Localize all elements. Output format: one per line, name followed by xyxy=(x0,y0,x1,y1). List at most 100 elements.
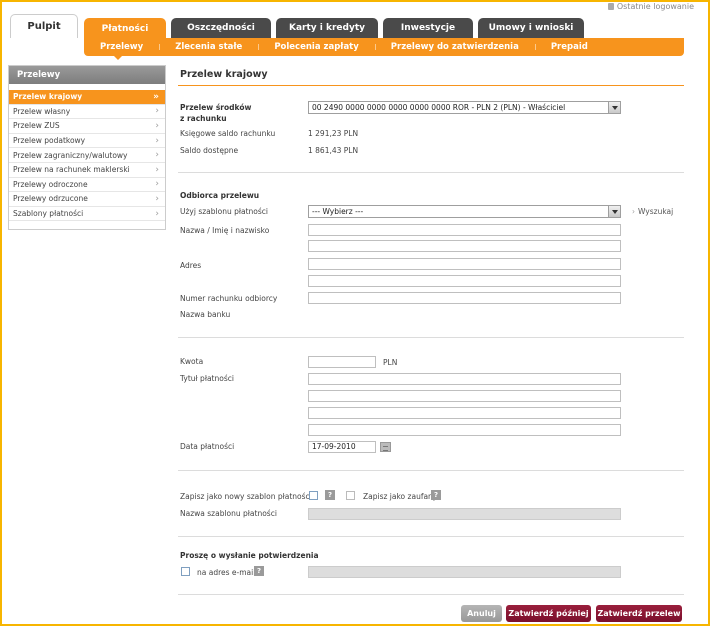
tab-inwestycje[interactable]: Inwestycje xyxy=(383,18,473,38)
currency-label: PLN xyxy=(383,358,398,367)
divider xyxy=(178,337,684,338)
sidebar-item-label: Przelew własny xyxy=(13,106,71,116)
active-subnav-caret-icon xyxy=(114,56,122,60)
available-balance-value: 1 861,43 PLN xyxy=(308,146,359,155)
source-account-select[interactable]: 00 2490 0000 0000 0000 0000 0000 ROR - P… xyxy=(308,101,621,114)
template-label: Użyj szablonu płatności xyxy=(180,207,268,216)
payment-title-input-4[interactable] xyxy=(308,424,621,436)
amount-input[interactable] xyxy=(308,356,376,368)
template-select[interactable]: --- Wybierz --- xyxy=(308,205,621,218)
sidebar-item-label: Przelew krajowy xyxy=(13,92,83,102)
help-icon[interactable]: ? xyxy=(325,490,335,500)
chevron-right-icon: › xyxy=(155,208,159,219)
recipient-name-label: Nazwa / Imię i nazwisko xyxy=(180,226,270,235)
approve-transfer-button[interactable]: Zatwierdź przelew xyxy=(596,605,682,622)
payment-title-label: Tytuł płatności xyxy=(180,374,234,383)
confirmation-section-title: Proszę o wysłanie potwierdzenia xyxy=(180,551,319,560)
recipient-address-input-2[interactable] xyxy=(308,275,621,287)
lock-icon xyxy=(607,3,614,10)
sidebar-item-przelew-wlasny[interactable]: Przelew własny › xyxy=(9,105,165,120)
email-confirmation-label: na adres e-mail xyxy=(197,568,256,577)
tab-karty-i-kredyty[interactable]: Karty i kredyty xyxy=(276,18,378,38)
chevron-down-icon[interactable] xyxy=(608,206,620,217)
template-name-label: Nazwa szablonu płatności xyxy=(180,509,277,518)
amount-label: Kwota xyxy=(180,357,204,366)
sub-navigation: Przelewy Zlecenia stałe Polecenia zapłat… xyxy=(84,38,684,60)
divider xyxy=(178,470,684,471)
template-name-input[interactable] xyxy=(308,508,621,520)
source-label-1: Przelew środków xyxy=(180,103,252,112)
last-login-label: Ostatnie logowanie xyxy=(616,2,694,11)
cancel-button[interactable]: Anuluj xyxy=(461,605,502,622)
subnav-zlecenia-stale[interactable]: Zlecenia stałe xyxy=(159,42,258,52)
double-chevron-right-icon: » xyxy=(153,91,159,102)
recipient-address-label: Adres xyxy=(180,261,202,270)
booking-balance-label: Księgowe saldo rachunku xyxy=(180,129,276,138)
chevron-down-icon[interactable] xyxy=(608,102,620,113)
sidebar-item-label: Przelewy odrzucone xyxy=(13,194,88,204)
tab-umowy-i-wnioski[interactable]: Umowy i wnioski xyxy=(478,18,584,38)
recipient-account-label: Numer rachunku odbiorcy xyxy=(180,294,278,303)
approve-later-button[interactable]: Zatwierdź później xyxy=(506,605,591,622)
chevron-right-icon: › xyxy=(632,207,635,216)
sidebar-item-przelew-zus[interactable]: Przelew ZUS › xyxy=(9,119,165,134)
payment-title-input-1[interactable] xyxy=(308,373,621,385)
chevron-right-icon: › xyxy=(155,106,159,117)
calendar-icon[interactable] xyxy=(380,442,391,452)
sidebar-item-przelewy-odrzucone[interactable]: Przelewy odrzucone › xyxy=(9,192,165,207)
tab-oszczednosci[interactable]: Oszczędności xyxy=(171,18,271,38)
sidebar-item-szablony-platnosci[interactable]: Szablony płatności › xyxy=(9,207,165,222)
search-link-label: Wyszukaj xyxy=(638,207,674,216)
help-icon[interactable]: ? xyxy=(431,490,441,500)
email-input[interactable] xyxy=(308,566,621,578)
transfer-form: Przelew krajowy xyxy=(178,65,684,86)
recipient-name-input-1[interactable] xyxy=(308,224,621,236)
subnav-przelewy[interactable]: Przelewy xyxy=(84,42,159,52)
recipient-section-title: Odbiorca przelewu xyxy=(180,191,260,200)
source-account-value: 00 2490 0000 0000 0000 0000 0000 ROR - P… xyxy=(312,103,566,112)
payment-date-input[interactable]: 17-09-2010 xyxy=(308,441,376,453)
help-icon[interactable]: ? xyxy=(254,566,264,576)
sidebar-item-label: Przelew ZUS xyxy=(13,121,60,131)
sidebar-item-label: Przelew zagraniczny/walutowy xyxy=(13,150,128,160)
template-select-value: --- Wybierz --- xyxy=(312,207,364,216)
sidebar-item-przelew-maklerski[interactable]: Przelew na rachunek maklerski › xyxy=(9,163,165,178)
chevron-right-icon: › xyxy=(155,179,159,190)
bank-name-label: Nazwa banku xyxy=(180,310,231,319)
sidebar-item-label: Szablony płatności xyxy=(13,209,84,219)
save-trusted-label: Zapisz jako zaufany xyxy=(363,492,438,501)
chevron-right-icon: › xyxy=(155,164,159,175)
divider xyxy=(178,536,684,537)
page-title: Przelew krajowy xyxy=(180,69,268,80)
subnav-prepaid[interactable]: Prepaid xyxy=(534,42,604,52)
chevron-right-icon: › xyxy=(155,150,159,161)
recipient-address-input-1[interactable] xyxy=(308,258,621,270)
last-login[interactable]: Ostatnie logowanie xyxy=(607,2,694,11)
payment-date-label: Data płatności xyxy=(180,442,235,451)
main-tabs: Płatności Oszczędności Karty i kredyty I… xyxy=(84,18,584,39)
tab-platnosci[interactable]: Płatności xyxy=(84,18,166,39)
sidebar-item-przelew-podatkowy[interactable]: Przelew podatkowy › xyxy=(9,134,165,149)
payment-title-input-3[interactable] xyxy=(308,407,621,419)
chevron-right-icon: › xyxy=(155,120,159,131)
save-template-label: Zapisz jako nowy szablon płatności xyxy=(180,492,312,501)
tab-pulpit[interactable]: Pulpit xyxy=(10,14,78,38)
sidebar-item-label: Przelewy odroczone xyxy=(13,179,88,189)
subnav-polecenia-zaplaty[interactable]: Polecenia zapłaty xyxy=(258,42,374,52)
sidebar-item-label: Przelew na rachunek maklerski xyxy=(13,165,130,175)
divider xyxy=(178,594,684,595)
save-template-checkbox[interactable] xyxy=(309,491,318,500)
email-confirmation-checkbox[interactable] xyxy=(181,567,190,576)
sidebar-item-przelew-krajowy[interactable]: Przelew krajowy » xyxy=(9,90,165,105)
subnav-przelewy-do-zatwierdzenia[interactable]: Przelewy do zatwierdzenia xyxy=(374,42,535,52)
source-label-2: z rachunku xyxy=(180,114,227,123)
payment-title-input-2[interactable] xyxy=(308,390,621,402)
sidebar-item-przelew-zagraniczny[interactable]: Przelew zagraniczny/walutowy › xyxy=(9,148,165,163)
recipient-account-input[interactable] xyxy=(308,292,621,304)
sidebar-item-przelewy-odroczone[interactable]: Przelewy odroczone › xyxy=(9,178,165,193)
title-divider xyxy=(178,85,684,86)
save-trusted-checkbox[interactable] xyxy=(346,491,355,500)
recipient-name-input-2[interactable] xyxy=(308,240,621,252)
sidebar-item-label: Przelew podatkowy xyxy=(13,136,86,146)
search-template-link[interactable]: › Wyszukaj xyxy=(632,207,673,216)
